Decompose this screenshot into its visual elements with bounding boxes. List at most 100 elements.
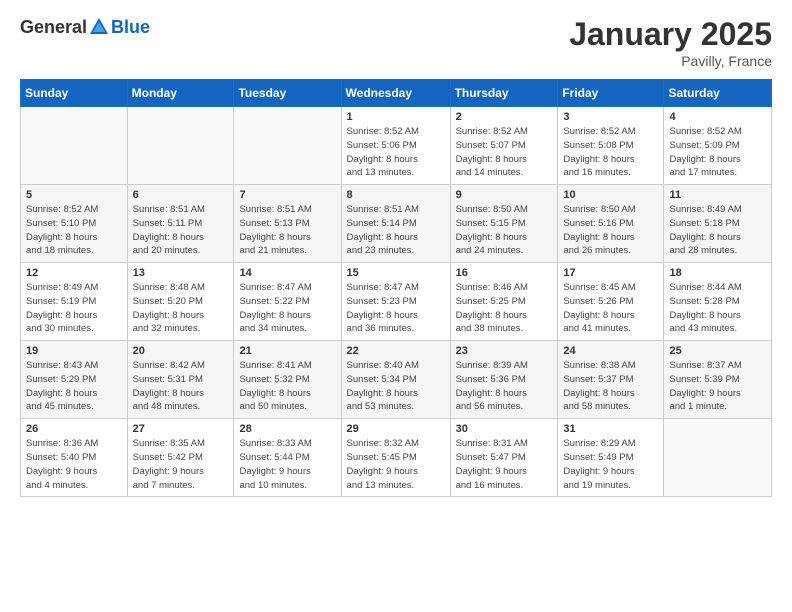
header: General Blue January 2025 Pavilly, Franc… [20, 16, 772, 69]
day-number: 22 [347, 345, 445, 357]
calendar-cell: 19 Sunrise: 8:43 AM Sunset: 5:29 PM Dayli… [21, 341, 128, 419]
calendar-cell: 21 Sunrise: 8:41 AM Sunset: 5:32 PM Dayli… [234, 341, 341, 419]
day-number: 25 [669, 345, 766, 357]
subtitle: Pavilly, France [569, 53, 772, 69]
calendar-cell: 1Sunrise: 8:52 AM Sunset: 5:06 PM Daylig… [341, 107, 450, 185]
calendar-cell: 14 Sunrise: 8:47 AM Sunset: 5:22 PM Dayli… [234, 263, 341, 341]
day-number: 1 [347, 111, 445, 123]
day-info: Sunrise: 8:51 AM Sunset: 5:13 PM Dayligh… [239, 203, 335, 258]
day-info: Sunrise: 8:52 AM Sunset: 5:08 PM Dayligh… [563, 125, 658, 180]
calendar: Sunday Monday Tuesday Wednesday Thursday… [20, 79, 772, 497]
calendar-cell: 10 Sunrise: 8:50 AM Sunset: 5:16 PM Dayli… [558, 185, 664, 263]
col-saturday: Saturday [664, 80, 772, 107]
col-friday: Friday [558, 80, 664, 107]
day-number: 26 [26, 423, 122, 435]
calendar-cell: 16 Sunrise: 8:46 AM Sunset: 5:25 PM Dayli… [450, 263, 558, 341]
day-info: Sunrise: 8:50 AM Sunset: 5:16 PM Dayligh… [563, 203, 658, 258]
day-number: 9 [456, 189, 553, 201]
calendar-cell: 2Sunrise: 8:52 AM Sunset: 5:07 PM Daylig… [450, 107, 558, 185]
day-info: Sunrise: 8:42 AM Sunset: 5:31 PM Dayligh… [133, 359, 229, 414]
calendar-cell: 25 Sunrise: 8:37 AM Sunset: 5:39 PM Dayli… [664, 341, 772, 419]
day-number: 21 [239, 345, 335, 357]
day-info: Sunrise: 8:51 AM Sunset: 5:11 PM Dayligh… [133, 203, 229, 258]
logo-text: General Blue [20, 16, 150, 38]
logo-icon [88, 16, 110, 38]
calendar-cell: 12Sunrise: 8:49 AM Sunset: 5:19 PM Dayli… [21, 263, 128, 341]
day-number: 14 [239, 267, 335, 279]
day-info: Sunrise: 8:50 AM Sunset: 5:15 PM Dayligh… [456, 203, 553, 258]
calendar-cell: 4Sunrise: 8:52 AM Sunset: 5:09 PM Daylig… [664, 107, 772, 185]
day-info: Sunrise: 8:35 AM Sunset: 5:42 PM Dayligh… [133, 437, 229, 492]
day-info: Sunrise: 8:48 AM Sunset: 5:20 PM Dayligh… [133, 281, 229, 336]
week-row: 26 Sunrise: 8:36 AM Sunset: 5:40 PM Dayli… [21, 419, 772, 497]
calendar-cell: 28Sunrise: 8:33 AM Sunset: 5:44 PM Dayli… [234, 419, 341, 497]
day-number: 24 [563, 345, 658, 357]
week-row: 5Sunrise: 8:52 AM Sunset: 5:10 PM Daylig… [21, 185, 772, 263]
calendar-cell [234, 107, 341, 185]
calendar-cell: 29 Sunrise: 8:32 AM Sunset: 5:45 PM Dayli… [341, 419, 450, 497]
day-info: Sunrise: 8:32 AM Sunset: 5:45 PM Dayligh… [347, 437, 445, 492]
day-info: Sunrise: 8:44 AM Sunset: 5:28 PM Dayligh… [669, 281, 766, 336]
logo-blue: Blue [111, 17, 150, 38]
day-info: Sunrise: 8:49 AM Sunset: 5:18 PM Dayligh… [669, 203, 766, 258]
col-tuesday: Tuesday [234, 80, 341, 107]
calendar-cell [127, 107, 234, 185]
col-thursday: Thursday [450, 80, 558, 107]
day-number: 10 [563, 189, 658, 201]
day-number: 15 [347, 267, 445, 279]
calendar-cell: 24 Sunrise: 8:38 AM Sunset: 5:37 PM Dayli… [558, 341, 664, 419]
calendar-cell: 15 Sunrise: 8:47 AM Sunset: 5:23 PM Dayli… [341, 263, 450, 341]
day-info: Sunrise: 8:43 AM Sunset: 5:29 PM Dayligh… [26, 359, 122, 414]
calendar-cell: 27 Sunrise: 8:35 AM Sunset: 5:42 PM Dayli… [127, 419, 234, 497]
calendar-cell: 3 Sunrise: 8:52 AM Sunset: 5:08 PM Daylig… [558, 107, 664, 185]
day-number: 16 [456, 267, 553, 279]
calendar-cell: 31Sunrise: 8:29 AM Sunset: 5:49 PM Dayli… [558, 419, 664, 497]
day-number: 30 [456, 423, 553, 435]
day-number: 18 [669, 267, 766, 279]
day-number: 29 [347, 423, 445, 435]
calendar-cell: 11 Sunrise: 8:49 AM Sunset: 5:18 PM Dayli… [664, 185, 772, 263]
day-info: Sunrise: 8:39 AM Sunset: 5:36 PM Dayligh… [456, 359, 553, 414]
week-row: 12Sunrise: 8:49 AM Sunset: 5:19 PM Dayli… [21, 263, 772, 341]
day-number: 11 [669, 189, 766, 201]
day-info: Sunrise: 8:52 AM Sunset: 5:10 PM Dayligh… [26, 203, 122, 258]
day-number: 27 [133, 423, 229, 435]
day-info: Sunrise: 8:46 AM Sunset: 5:25 PM Dayligh… [456, 281, 553, 336]
day-info: Sunrise: 8:37 AM Sunset: 5:39 PM Dayligh… [669, 359, 766, 414]
calendar-cell: 6 Sunrise: 8:51 AM Sunset: 5:11 PM Daylig… [127, 185, 234, 263]
day-info: Sunrise: 8:47 AM Sunset: 5:23 PM Dayligh… [347, 281, 445, 336]
calendar-cell: 30 Sunrise: 8:31 AM Sunset: 5:47 PM Dayli… [450, 419, 558, 497]
day-number: 7 [239, 189, 335, 201]
day-number: 3 [563, 111, 658, 123]
day-number: 8 [347, 189, 445, 201]
title-section: January 2025 Pavilly, France [569, 16, 772, 69]
main-title: January 2025 [569, 16, 772, 53]
col-monday: Monday [127, 80, 234, 107]
day-number: 23 [456, 345, 553, 357]
day-info: Sunrise: 8:51 AM Sunset: 5:14 PM Dayligh… [347, 203, 445, 258]
calendar-cell: 18 Sunrise: 8:44 AM Sunset: 5:28 PM Dayli… [664, 263, 772, 341]
day-info: Sunrise: 8:49 AM Sunset: 5:19 PM Dayligh… [26, 281, 122, 336]
day-number: 13 [133, 267, 229, 279]
logo-general: General [20, 17, 87, 38]
calendar-cell: 17Sunrise: 8:45 AM Sunset: 5:26 PM Dayli… [558, 263, 664, 341]
calendar-cell: 13 Sunrise: 8:48 AM Sunset: 5:20 PM Dayli… [127, 263, 234, 341]
week-row: 19 Sunrise: 8:43 AM Sunset: 5:29 PM Dayli… [21, 341, 772, 419]
col-wednesday: Wednesday [341, 80, 450, 107]
day-info: Sunrise: 8:36 AM Sunset: 5:40 PM Dayligh… [26, 437, 122, 492]
calendar-cell: 5Sunrise: 8:52 AM Sunset: 5:10 PM Daylig… [21, 185, 128, 263]
col-sunday: Sunday [21, 80, 128, 107]
calendar-cell: 8 Sunrise: 8:51 AM Sunset: 5:14 PM Daylig… [341, 185, 450, 263]
day-info: Sunrise: 8:47 AM Sunset: 5:22 PM Dayligh… [239, 281, 335, 336]
day-number: 4 [669, 111, 766, 123]
day-number: 17 [563, 267, 658, 279]
day-info: Sunrise: 8:38 AM Sunset: 5:37 PM Dayligh… [563, 359, 658, 414]
week-row: 1Sunrise: 8:52 AM Sunset: 5:06 PM Daylig… [21, 107, 772, 185]
calendar-cell [664, 419, 772, 497]
day-info: Sunrise: 8:41 AM Sunset: 5:32 PM Dayligh… [239, 359, 335, 414]
day-number: 19 [26, 345, 122, 357]
day-info: Sunrise: 8:40 AM Sunset: 5:34 PM Dayligh… [347, 359, 445, 414]
day-info: Sunrise: 8:52 AM Sunset: 5:07 PM Dayligh… [456, 125, 553, 180]
day-number: 6 [133, 189, 229, 201]
day-info: Sunrise: 8:31 AM Sunset: 5:47 PM Dayligh… [456, 437, 553, 492]
